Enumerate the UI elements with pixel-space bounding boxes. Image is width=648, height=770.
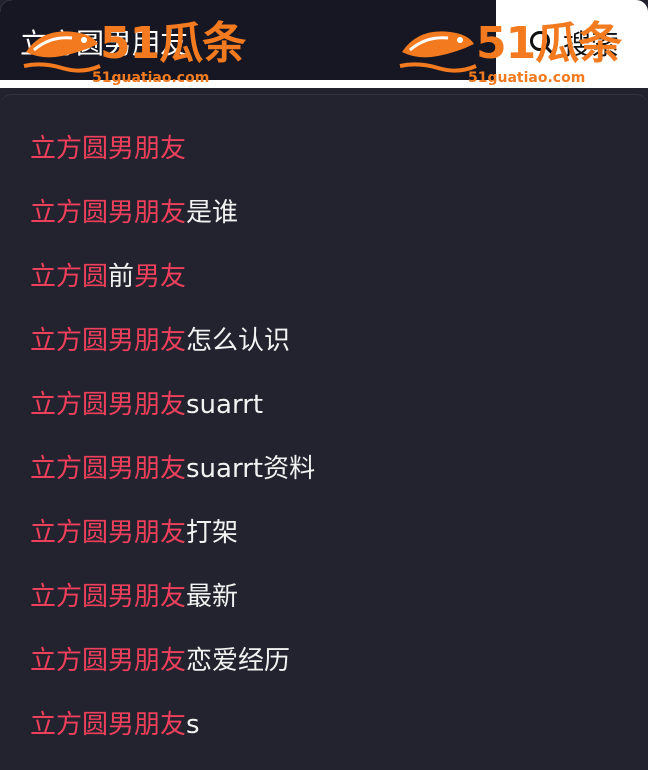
search-screen: 搜索 立方圆男朋友立方圆男朋友是谁立方圆前男友立方圆男朋友怎么认识立方圆男朋友s…	[0, 0, 648, 770]
suggestion-item[interactable]: 立方圆男朋友怎么认识	[30, 321, 315, 385]
suggestion-highlight-text: 立方圆男朋友	[30, 454, 187, 484]
suggestion-highlight-text: 立方圆男朋友	[30, 390, 187, 420]
suggestion-highlight-text: 男友	[134, 262, 187, 292]
suggestion-rest-text: 前	[108, 262, 135, 292]
suggestion-highlight-text: 立方圆男朋友	[30, 710, 187, 740]
suggestion-rest-text: suarrt资料	[186, 454, 316, 484]
suggestion-highlight-text: 立方圆男朋友	[30, 198, 187, 228]
suggestion-rest-text: 最新	[186, 582, 239, 612]
search-bar: 搜索	[0, 0, 648, 88]
search-input-wrapper	[0, 0, 496, 80]
suggestion-item[interactable]: 立方圆男朋友s	[30, 705, 315, 769]
suggestion-item[interactable]: 立方圆男朋友打架	[30, 513, 315, 577]
suggestion-rest-text: 打架	[186, 518, 239, 548]
suggestion-rest-text: 怎么认识	[186, 326, 291, 356]
suggestion-rest-text: s	[186, 710, 200, 740]
suggestion-item[interactable]: 立方圆男朋友	[30, 129, 315, 193]
suggestion-item[interactable]: 立方圆男朋友suarrt资料	[30, 449, 315, 513]
suggestion-item[interactable]: 立方圆前男友	[30, 257, 315, 321]
suggestion-item[interactable]: 立方圆男朋友suarrt	[30, 385, 315, 449]
suggestion-rest-text: suarrt	[186, 390, 264, 420]
suggestion-highlight-text: 立方圆	[30, 262, 109, 292]
suggestion-item[interactable]: 立方圆男朋友是谁	[30, 193, 315, 257]
suggestion-highlight-text: 立方圆男朋友	[30, 326, 187, 356]
suggestion-item[interactable]: 立方圆男朋友恋爱经历	[30, 641, 315, 705]
suggestion-rest-text: 是谁	[186, 198, 239, 228]
search-icon	[529, 30, 555, 56]
suggestion-item[interactable]: 立方圆男朋友最新	[30, 577, 315, 641]
suggestion-highlight-text: 立方圆男朋友	[30, 582, 187, 612]
suggestion-list: 立方圆男朋友 立方圆男朋友是谁 立方圆前男友 立方圆男朋友怎么认识 立方圆男朋友suar…	[30, 129, 315, 769]
suggestion-rest-text: 恋爱经历	[186, 646, 291, 676]
suggestion-panel: 立方圆男朋友 立方圆男朋友是谁 立方圆前男友 立方圆男朋友怎么认识 立方圆男朋友suar…	[0, 94, 648, 770]
search-button[interactable]: 搜索	[500, 8, 648, 78]
suggestion-highlight-text: 立方圆男朋友	[30, 646, 187, 676]
search-button-label: 搜索	[562, 28, 619, 61]
suggestion-highlight-text: 立方圆男朋友	[30, 518, 187, 548]
suggestion-highlight-text: 立方圆男朋友	[30, 134, 187, 164]
search-input[interactable]	[20, 20, 480, 64]
